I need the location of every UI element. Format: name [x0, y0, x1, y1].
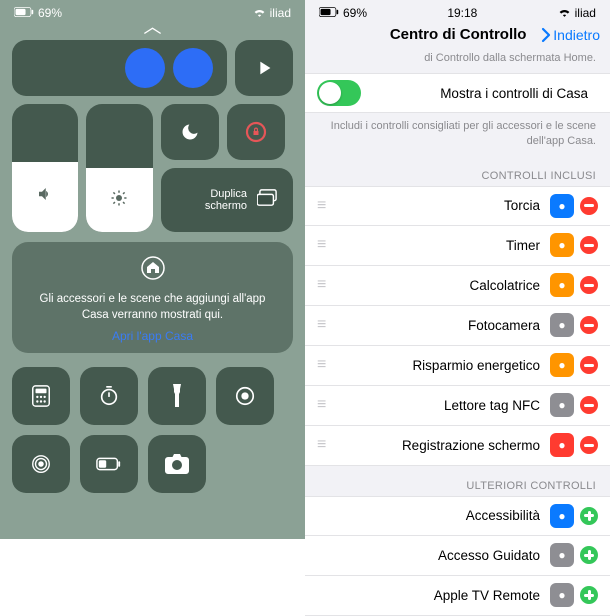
control-app-icon: ●	[550, 393, 574, 417]
chevron-down-icon[interactable]: ︿	[0, 22, 305, 32]
add-icon[interactable]	[580, 546, 598, 564]
included-row[interactable]: ●Fotocamera ≡	[305, 306, 610, 346]
remove-icon[interactable]	[580, 276, 598, 294]
screen-mirror-label: Duplica schermo	[175, 188, 248, 212]
sun-icon	[110, 189, 128, 212]
bluetooth-toggle[interactable]	[125, 48, 165, 88]
control-app-icon: ●	[550, 543, 574, 567]
connectivity-tile[interactable]	[12, 40, 227, 96]
reorder-handle-icon[interactable]: ≡	[317, 236, 324, 254]
control-label: Registrazione schermo	[328, 438, 550, 453]
volume-slider[interactable]	[12, 104, 78, 232]
page-title: Centro di Controllo	[375, 26, 541, 43]
section-header-included: CONTROLLI INCLUSI	[305, 156, 610, 186]
included-row[interactable]: ●Torcia ≡	[305, 186, 610, 226]
battery-icon	[14, 6, 34, 20]
control-label: Timer	[328, 238, 550, 253]
control-label: Accesso Guidato	[317, 548, 550, 563]
more-row[interactable]: ●Accesso Guidato	[305, 536, 610, 576]
reorder-handle-icon[interactable]: ≡	[317, 396, 324, 414]
show-home-subtitle: Includi i controlli consigliati per gli …	[305, 113, 610, 156]
remove-icon[interactable]	[580, 236, 598, 254]
included-row[interactable]: ●Calcolatrice ≡	[305, 266, 610, 306]
control-label: Risparmio energetico	[328, 358, 550, 373]
more-row[interactable]: ●Apple TV Remote	[305, 576, 610, 616]
remove-icon[interactable]	[580, 197, 598, 215]
remove-icon[interactable]	[580, 436, 598, 454]
calculator-button[interactable]	[12, 367, 70, 425]
settings-panel: iliad 19:18 69% Indietro Centro di Contr…	[305, 0, 610, 539]
st-status-bar: iliad 19:18 69%	[305, 0, 610, 22]
battery-pct-label: 69%	[38, 6, 62, 20]
wifi-icon	[558, 6, 571, 20]
control-app-icon: ●	[550, 194, 574, 218]
control-app-icon: ●	[550, 313, 574, 337]
speaker-icon	[36, 185, 54, 208]
included-row[interactable]: ●Timer ≡	[305, 226, 610, 266]
battery-pct-label: 69%	[343, 6, 367, 20]
screen-record-button[interactable]	[216, 367, 274, 425]
show-home-label: Mostra i controlli di Casa	[361, 86, 598, 101]
included-row[interactable]: ●Lettore tag NFC ≡	[305, 386, 610, 426]
home-icon	[30, 256, 275, 286]
remove-icon[interactable]	[580, 316, 598, 334]
reorder-handle-icon[interactable]: ≡	[317, 276, 324, 294]
reorder-handle-icon[interactable]: ≡	[317, 356, 324, 374]
reorder-handle-icon[interactable]: ≡	[317, 436, 324, 454]
battery-icon	[319, 6, 339, 20]
control-app-icon: ●	[550, 504, 574, 528]
remove-icon[interactable]	[580, 356, 598, 374]
screen-mirror-icon	[257, 189, 279, 212]
reorder-handle-icon[interactable]: ≡	[317, 197, 324, 215]
control-app-icon: ●	[550, 273, 574, 297]
media-tile[interactable]	[235, 40, 293, 96]
control-center-panel: iliad 69% ︿	[0, 0, 305, 539]
carrier-label: iliad	[270, 6, 291, 20]
focus-button[interactable]	[161, 104, 219, 160]
control-label: Torcia	[328, 198, 550, 213]
carrier-label: iliad	[575, 6, 596, 20]
brightness-slider[interactable]	[86, 104, 152, 232]
wifi-toggle[interactable]	[173, 48, 213, 88]
home-card: Gli accessori e le scene che aggiungi al…	[12, 242, 293, 353]
low-power-button[interactable]	[80, 435, 138, 493]
control-label: Accessibilità	[317, 508, 550, 523]
torch-button[interactable]	[148, 367, 206, 425]
control-label: Calcolatrice	[328, 278, 550, 293]
nfc-button[interactable]	[12, 435, 70, 493]
orientation-lock-button[interactable]	[227, 104, 285, 160]
remove-icon[interactable]	[580, 396, 598, 414]
control-app-icon: ●	[550, 233, 574, 257]
timer-button[interactable]	[80, 367, 138, 425]
clock: 19:18	[447, 6, 477, 20]
screen-mirror-button[interactable]: Duplica schermo	[161, 168, 294, 232]
section-header-more: ULTERIORI CONTROLLI	[305, 466, 610, 496]
reorder-handle-icon[interactable]: ≡	[317, 316, 324, 334]
included-row[interactable]: ●Risparmio energetico ≡	[305, 346, 610, 386]
included-list: ●Torcia≡●Timer≡●Calcolatrice≡●Fotocamera…	[305, 186, 610, 466]
show-home-controls-cell[interactable]: Mostra i controlli di Casa	[305, 73, 610, 113]
back-button[interactable]: Indietro	[541, 27, 600, 43]
more-list: ●Accessibilità●Accesso Guidato●Apple TV …	[305, 496, 610, 616]
open-home-link[interactable]: Apri l'app Casa	[30, 329, 275, 343]
included-row[interactable]: ●Registrazione schermo ≡	[305, 426, 610, 466]
back-label: Indietro	[553, 27, 600, 43]
home-message: Gli accessori e le scene che aggiungi al…	[30, 292, 275, 323]
show-home-switch[interactable]	[317, 80, 361, 106]
control-label: Apple TV Remote	[317, 588, 550, 603]
wifi-icon	[253, 6, 266, 20]
more-row[interactable]: ●Accessibilità	[305, 496, 610, 536]
control-app-icon: ●	[550, 353, 574, 377]
add-icon[interactable]	[580, 586, 598, 604]
camera-button[interactable]	[148, 435, 206, 493]
add-icon[interactable]	[580, 507, 598, 525]
control-label: Lettore tag NFC	[328, 398, 550, 413]
control-app-icon: ●	[550, 433, 574, 457]
control-app-icon: ●	[550, 583, 574, 607]
subtitle-top: di Controllo dalla schermata Home.	[305, 51, 610, 73]
control-label: Fotocamera	[328, 318, 550, 333]
nav-header: Indietro Centro di Controllo	[305, 22, 610, 51]
